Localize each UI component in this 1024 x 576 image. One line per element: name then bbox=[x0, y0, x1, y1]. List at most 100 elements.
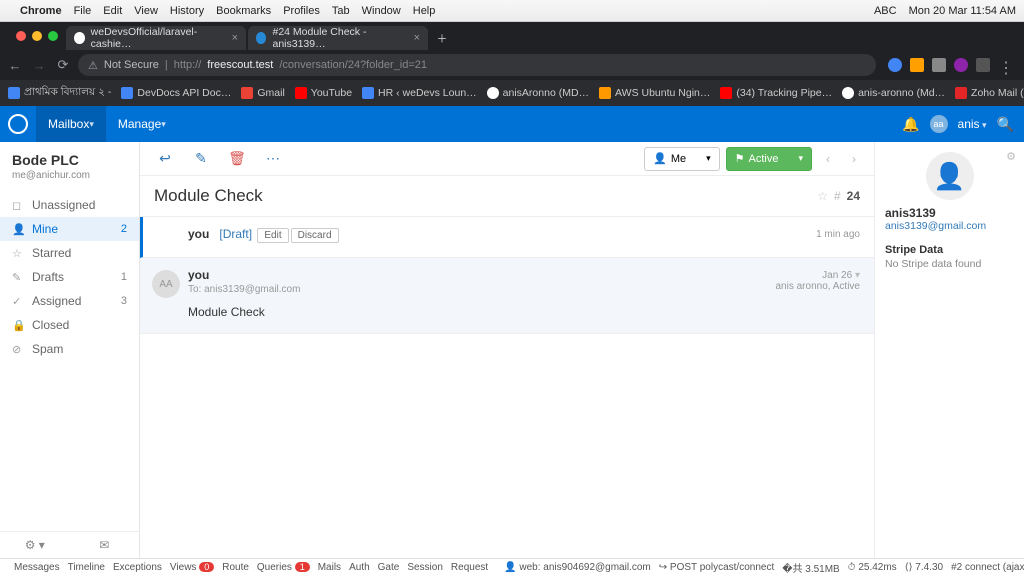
thread-assign-info: anis aronno, Active bbox=[776, 281, 861, 292]
gear-icon[interactable]: ⚙ bbox=[1006, 150, 1016, 163]
user-menu[interactable]: anis bbox=[958, 117, 987, 131]
app-logo-icon[interactable] bbox=[0, 106, 36, 142]
mac-menu-window[interactable]: Window bbox=[362, 5, 401, 17]
bookmark-item[interactable]: DevDocs API Doc… bbox=[121, 87, 231, 99]
menubar-input-source[interactable]: ABC bbox=[874, 5, 897, 17]
customer-name[interactable]: anis3139 bbox=[885, 206, 1014, 220]
back-icon[interactable]: ← bbox=[6, 58, 24, 73]
customer-email[interactable]: anis3139@gmail.com bbox=[885, 220, 1014, 232]
debugbar[interactable]: Messages Timeline Exceptions Views 0 Rou… bbox=[0, 558, 1024, 576]
debugbar-tab[interactable]: Auth bbox=[349, 562, 370, 573]
tab-label: #24 Module Check - anis3139… bbox=[272, 26, 403, 50]
mac-menu-bookmarks[interactable]: Bookmarks bbox=[216, 5, 271, 17]
sidebar-folder[interactable]: ☆Starred bbox=[0, 241, 139, 265]
chrome-menu-icon[interactable]: ⋮ bbox=[998, 58, 1012, 72]
extension-icon[interactable] bbox=[888, 58, 902, 72]
debugbar-request-selector[interactable]: #2 connect (ajax) (05:54:10) ▾ bbox=[951, 562, 1024, 573]
sidebar-folder[interactable]: ⊘Spam bbox=[0, 337, 139, 361]
bookmark-item[interactable]: anis-aronno (Md… bbox=[842, 87, 945, 99]
compose-icon[interactable]: ✉ bbox=[70, 532, 140, 558]
mac-menu-edit[interactable]: Edit bbox=[103, 5, 122, 17]
reply-icon[interactable]: ↩ bbox=[150, 146, 180, 172]
folder-icon: ⊘ bbox=[12, 343, 24, 356]
debugbar-tab[interactable]: Mails bbox=[318, 562, 341, 573]
close-icon[interactable]: × bbox=[232, 32, 238, 44]
discard-draft-button[interactable]: Discard bbox=[291, 228, 339, 243]
status-dropdown[interactable]: ⚑ Active bbox=[726, 147, 812, 171]
draft-label: [Draft] bbox=[219, 227, 252, 241]
message-thread-item[interactable]: AA you To: anis3139@gmail.com Jan 26 ▾ a… bbox=[140, 258, 874, 334]
bookmark-item[interactable]: (34) Tracking Pipe… bbox=[720, 87, 832, 99]
note-icon[interactable]: ✎ bbox=[186, 146, 216, 172]
debugbar-time: ⏱ 25.42ms bbox=[848, 562, 897, 573]
browser-tab[interactable]: weDevsOfficial/laravel-cashie… × bbox=[66, 26, 246, 50]
mailbox-name[interactable]: Bode PLC bbox=[12, 152, 127, 168]
prev-conversation-icon[interactable]: ‹ bbox=[818, 152, 838, 166]
thread-body: Module Check bbox=[188, 305, 860, 319]
bookmark-item[interactable]: Zoho Mail (contac… bbox=[955, 87, 1024, 99]
mac-menu-tab[interactable]: Tab bbox=[332, 5, 350, 17]
debugbar-tab[interactable]: Route bbox=[222, 562, 249, 573]
nav-mailbox[interactable]: Mailbox bbox=[36, 106, 106, 142]
reload-icon[interactable]: ⟳ bbox=[54, 57, 72, 73]
debugbar-tab[interactable]: Timeline bbox=[68, 562, 105, 573]
conversation-pane: ↩ ✎ 🗑 ⋯ 👤 Me ⚑ Active ‹ › Module Check ☆… bbox=[140, 142, 874, 558]
mac-menu-profiles[interactable]: Profiles bbox=[283, 5, 320, 17]
chrome-toolbar: ← → ⟳ ⚠ Not Secure | http://freescout.te… bbox=[0, 50, 1024, 80]
window-minimize-icon[interactable] bbox=[32, 31, 42, 41]
bookmark-item[interactable]: YouTube bbox=[295, 87, 352, 99]
browser-tab[interactable]: #24 Module Check - anis3139… × bbox=[248, 26, 428, 50]
close-icon[interactable]: × bbox=[414, 32, 420, 44]
extension-icon[interactable] bbox=[932, 58, 946, 72]
bookmark-item[interactable]: anisAronno (MD… bbox=[487, 87, 589, 99]
debugbar-tab[interactable]: Queries 1 bbox=[257, 562, 310, 573]
settings-dropdown[interactable]: ⚙ ▾ bbox=[0, 532, 70, 558]
debugbar-tab[interactable]: Request bbox=[451, 562, 488, 573]
window-close-icon[interactable] bbox=[16, 31, 26, 41]
assignee-dropdown[interactable]: 👤 Me bbox=[644, 147, 720, 171]
debugbar-tab[interactable]: Gate bbox=[378, 562, 400, 573]
mac-app-name[interactable]: Chrome bbox=[20, 5, 62, 17]
extension-icon[interactable] bbox=[976, 58, 990, 72]
more-icon[interactable]: ⋯ bbox=[258, 146, 288, 172]
edit-draft-button[interactable]: Edit bbox=[257, 228, 288, 243]
thread-menu-icon[interactable]: ▾ bbox=[855, 270, 860, 281]
address-bar[interactable]: ⚠ Not Secure | http://freescout.test/con… bbox=[78, 54, 876, 76]
search-icon[interactable]: 🔍 bbox=[997, 116, 1014, 133]
sidebar-folder[interactable]: 👤Mine2 bbox=[0, 217, 139, 241]
window-zoom-icon[interactable] bbox=[48, 31, 58, 41]
mac-menu-help[interactable]: Help bbox=[413, 5, 436, 17]
delete-icon[interactable]: 🗑 bbox=[222, 146, 252, 172]
next-conversation-icon[interactable]: › bbox=[844, 152, 864, 166]
extensions-area: ⋮ bbox=[882, 58, 1018, 72]
debugbar-tab[interactable]: Exceptions bbox=[113, 562, 162, 573]
debugbar-tab[interactable]: Messages bbox=[14, 562, 60, 573]
sidebar-folder[interactable]: ◻Unassigned bbox=[0, 193, 139, 217]
debugbar-tab[interactable]: Views 0 bbox=[170, 562, 214, 573]
bookmark-item[interactable]: AWS Ubuntu Ngin… bbox=[599, 87, 710, 99]
bookmark-item[interactable]: প্রাথমিক বিদ্যালয় ২ - bbox=[8, 85, 111, 102]
url-path: /conversation/24?folder_id=21 bbox=[279, 59, 427, 71]
menubar-clock[interactable]: Mon 20 Mar 11:54 AM bbox=[909, 5, 1016, 17]
folder-label: Closed bbox=[32, 318, 69, 332]
bell-icon[interactable]: 🔔 bbox=[902, 116, 919, 133]
star-icon[interactable]: ☆ bbox=[817, 189, 828, 203]
debugbar-tab[interactable]: Session bbox=[407, 562, 443, 573]
avatar[interactable]: aa bbox=[930, 115, 948, 133]
bookmark-item[interactable]: HR ‹ weDevs Loun… bbox=[362, 87, 477, 99]
conversation-number: 24 bbox=[847, 189, 860, 203]
nav-manage[interactable]: Manage bbox=[106, 106, 178, 142]
bookmark-item[interactable]: Gmail bbox=[241, 87, 284, 99]
mac-menubar: Chrome File Edit View History Bookmarks … bbox=[0, 0, 1024, 22]
extension-icon[interactable] bbox=[954, 58, 968, 72]
sidebar-folder[interactable]: ✎Drafts1 bbox=[0, 265, 139, 289]
mac-menu-file[interactable]: File bbox=[74, 5, 92, 17]
github-icon bbox=[74, 32, 85, 44]
mac-menu-history[interactable]: History bbox=[170, 5, 204, 17]
new-tab-button[interactable]: ＋ bbox=[430, 26, 454, 50]
debugbar-php: ⟨⟩ 7.4.30 bbox=[905, 562, 943, 573]
extension-icon[interactable] bbox=[910, 58, 924, 72]
sidebar-folder[interactable]: 🔒Closed bbox=[0, 313, 139, 337]
mac-menu-view[interactable]: View bbox=[134, 5, 158, 17]
sidebar-folder[interactable]: ✓Assigned3 bbox=[0, 289, 139, 313]
